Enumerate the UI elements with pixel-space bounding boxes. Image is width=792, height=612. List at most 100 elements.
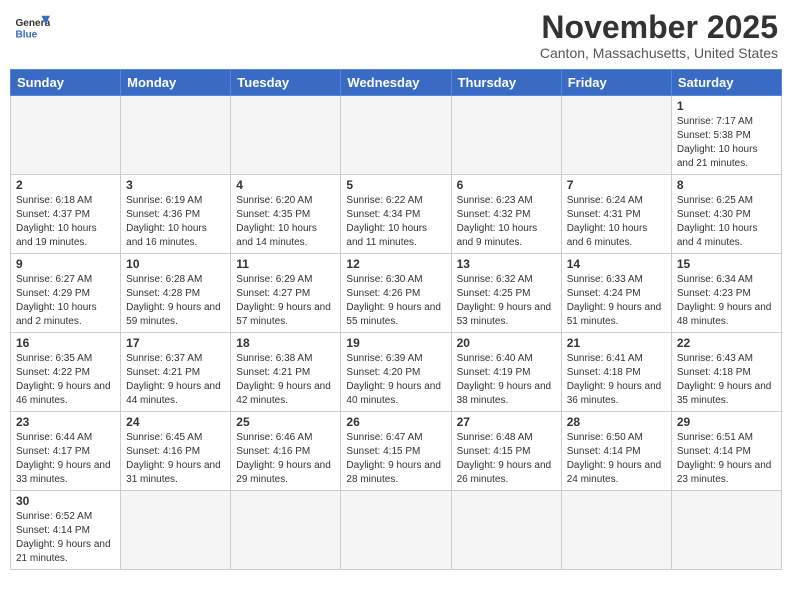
- day-number: 22: [677, 336, 776, 350]
- calendar-day-cell: [671, 491, 781, 570]
- calendar-day-cell: [561, 96, 671, 175]
- calendar-day-cell: 10 Sunrise: 6:28 AM Sunset: 4:28 PM Dayli…: [121, 254, 231, 333]
- day-info: Sunrise: 6:25 AM Sunset: 4:30 PM Dayligh…: [677, 194, 776, 250]
- calendar-day-cell: 3 Sunrise: 6:19 AM Sunset: 4:36 PM Daylig…: [121, 175, 231, 254]
- calendar-day-cell: [451, 96, 561, 175]
- day-info: Sunrise: 6:38 AM Sunset: 4:21 PM Dayligh…: [236, 352, 335, 408]
- day-info: Sunrise: 6:19 AM Sunset: 4:36 PM Dayligh…: [126, 194, 225, 250]
- calendar-day-cell: 7 Sunrise: 6:24 AM Sunset: 4:31 PM Daylig…: [561, 175, 671, 254]
- day-number: 11: [236, 257, 335, 271]
- day-of-week-header: Friday: [561, 70, 671, 96]
- calendar-day-cell: [451, 491, 561, 570]
- calendar-day-cell: [121, 96, 231, 175]
- day-of-week-header: Thursday: [451, 70, 561, 96]
- day-number: 14: [567, 257, 666, 271]
- day-number: 29: [677, 415, 776, 429]
- day-of-week-header: Tuesday: [231, 70, 341, 96]
- day-info: Sunrise: 6:43 AM Sunset: 4:18 PM Dayligh…: [677, 352, 776, 408]
- svg-text:Blue: Blue: [15, 29, 37, 40]
- calendar-day-cell: [231, 96, 341, 175]
- day-info: Sunrise: 6:47 AM Sunset: 4:15 PM Dayligh…: [346, 431, 445, 487]
- calendar-day-cell: 15 Sunrise: 6:34 AM Sunset: 4:23 PM Dayli…: [671, 254, 781, 333]
- day-info: Sunrise: 6:29 AM Sunset: 4:27 PM Dayligh…: [236, 273, 335, 329]
- calendar-day-cell: 8 Sunrise: 6:25 AM Sunset: 4:30 PM Daylig…: [671, 175, 781, 254]
- calendar-day-cell: [231, 491, 341, 570]
- header: General Blue November 2025 Canton, Massa…: [10, 10, 782, 61]
- calendar-week-row: 23 Sunrise: 6:44 AM Sunset: 4:17 PM Dayli…: [11, 412, 782, 491]
- calendar-day-cell: [121, 491, 231, 570]
- day-info: Sunrise: 6:24 AM Sunset: 4:31 PM Dayligh…: [567, 194, 666, 250]
- day-info: Sunrise: 7:17 AM Sunset: 5:38 PM Dayligh…: [677, 115, 776, 171]
- day-number: 10: [126, 257, 225, 271]
- day-number: 7: [567, 178, 666, 192]
- calendar-day-cell: 16Sunrise: 6:35 AM Sunset: 4:22 PM Dayli…: [11, 333, 121, 412]
- day-number: 12: [346, 257, 445, 271]
- day-info: Sunrise: 6:28 AM Sunset: 4:28 PM Dayligh…: [126, 273, 225, 329]
- calendar-day-cell: 21 Sunrise: 6:41 AM Sunset: 4:18 PM Dayli…: [561, 333, 671, 412]
- calendar-day-cell: 20 Sunrise: 6:40 AM Sunset: 4:19 PM Dayli…: [451, 333, 561, 412]
- day-number: 8: [677, 178, 776, 192]
- day-number: 3: [126, 178, 225, 192]
- day-number: 19: [346, 336, 445, 350]
- day-info: Sunrise: 6:39 AM Sunset: 4:20 PM Dayligh…: [346, 352, 445, 408]
- day-info: Sunrise: 6:48 AM Sunset: 4:15 PM Dayligh…: [457, 431, 556, 487]
- calendar-day-cell: 12Sunrise: 6:30 AM Sunset: 4:26 PM Dayli…: [341, 254, 451, 333]
- day-info: Sunrise: 6:44 AM Sunset: 4:17 PM Dayligh…: [16, 431, 115, 487]
- calendar-day-cell: 27 Sunrise: 6:48 AM Sunset: 4:15 PM Dayli…: [451, 412, 561, 491]
- day-info: Sunrise: 6:18 AM Sunset: 4:37 PM Dayligh…: [16, 194, 115, 250]
- day-number: 23: [16, 415, 115, 429]
- calendar-day-cell: 19 Sunrise: 6:39 AM Sunset: 4:20 PM Dayli…: [341, 333, 451, 412]
- day-number: 6: [457, 178, 556, 192]
- day-of-week-header: Monday: [121, 70, 231, 96]
- day-info: Sunrise: 6:37 AM Sunset: 4:21 PM Dayligh…: [126, 352, 225, 408]
- day-of-week-header: Sunday: [11, 70, 121, 96]
- calendar-week-row: 16Sunrise: 6:35 AM Sunset: 4:22 PM Dayli…: [11, 333, 782, 412]
- location-subtitle: Canton, Massachusetts, United States: [540, 45, 778, 61]
- day-number: 24: [126, 415, 225, 429]
- day-info: Sunrise: 6:46 AM Sunset: 4:16 PM Dayligh…: [236, 431, 335, 487]
- calendar-day-cell: 4Sunrise: 6:20 AM Sunset: 4:35 PM Daylig…: [231, 175, 341, 254]
- calendar-day-cell: [561, 491, 671, 570]
- day-info: Sunrise: 6:22 AM Sunset: 4:34 PM Dayligh…: [346, 194, 445, 250]
- day-info: Sunrise: 6:27 AM Sunset: 4:29 PM Dayligh…: [16, 273, 115, 329]
- day-info: Sunrise: 6:23 AM Sunset: 4:32 PM Dayligh…: [457, 194, 556, 250]
- day-info: Sunrise: 6:33 AM Sunset: 4:24 PM Dayligh…: [567, 273, 666, 329]
- calendar-day-cell: 5Sunrise: 6:22 AM Sunset: 4:34 PM Daylig…: [341, 175, 451, 254]
- day-number: 20: [457, 336, 556, 350]
- calendar-day-cell: 24Sunrise: 6:45 AM Sunset: 4:16 PM Dayli…: [121, 412, 231, 491]
- calendar-day-cell: 30Sunrise: 6:52 AM Sunset: 4:14 PM Dayli…: [11, 491, 121, 570]
- day-number: 28: [567, 415, 666, 429]
- calendar-week-row: 1Sunrise: 7:17 AM Sunset: 5:38 PM Daylig…: [11, 96, 782, 175]
- day-number: 18: [236, 336, 335, 350]
- calendar-day-cell: 11 Sunrise: 6:29 AM Sunset: 4:27 PM Dayli…: [231, 254, 341, 333]
- calendar-table: SundayMondayTuesdayWednesdayThursdayFrid…: [10, 69, 782, 570]
- day-number: 27: [457, 415, 556, 429]
- general-blue-logo-icon: General Blue: [14, 10, 50, 46]
- calendar-day-cell: 26 Sunrise: 6:47 AM Sunset: 4:15 PM Dayli…: [341, 412, 451, 491]
- day-number: 21: [567, 336, 666, 350]
- day-number: 16: [16, 336, 115, 350]
- month-year-title: November 2025: [540, 10, 778, 45]
- calendar-header-row: SundayMondayTuesdayWednesdayThursdayFrid…: [11, 70, 782, 96]
- day-of-week-header: Saturday: [671, 70, 781, 96]
- day-info: Sunrise: 6:41 AM Sunset: 4:18 PM Dayligh…: [567, 352, 666, 408]
- day-info: Sunrise: 6:34 AM Sunset: 4:23 PM Dayligh…: [677, 273, 776, 329]
- day-number: 4: [236, 178, 335, 192]
- calendar-day-cell: 14 Sunrise: 6:33 AM Sunset: 4:24 PM Dayli…: [561, 254, 671, 333]
- day-number: 17: [126, 336, 225, 350]
- calendar-day-cell: 29 Sunrise: 6:51 AM Sunset: 4:14 PM Dayli…: [671, 412, 781, 491]
- day-info: Sunrise: 6:40 AM Sunset: 4:19 PM Dayligh…: [457, 352, 556, 408]
- day-number: 15: [677, 257, 776, 271]
- calendar-day-cell: [11, 96, 121, 175]
- calendar-day-cell: [341, 96, 451, 175]
- calendar-day-cell: 17 Sunrise: 6:37 AM Sunset: 4:21 PM Dayli…: [121, 333, 231, 412]
- logo: General Blue: [14, 10, 50, 46]
- calendar-week-row: 30Sunrise: 6:52 AM Sunset: 4:14 PM Dayli…: [11, 491, 782, 570]
- day-number: 9: [16, 257, 115, 271]
- title-area: November 2025 Canton, Massachusetts, Uni…: [540, 10, 778, 61]
- day-info: Sunrise: 6:51 AM Sunset: 4:14 PM Dayligh…: [677, 431, 776, 487]
- calendar-day-cell: 2Sunrise: 6:18 AM Sunset: 4:37 PM Daylig…: [11, 175, 121, 254]
- day-info: Sunrise: 6:50 AM Sunset: 4:14 PM Dayligh…: [567, 431, 666, 487]
- calendar-week-row: 9 Sunrise: 6:27 AM Sunset: 4:29 PM Daylig…: [11, 254, 782, 333]
- day-number: 26: [346, 415, 445, 429]
